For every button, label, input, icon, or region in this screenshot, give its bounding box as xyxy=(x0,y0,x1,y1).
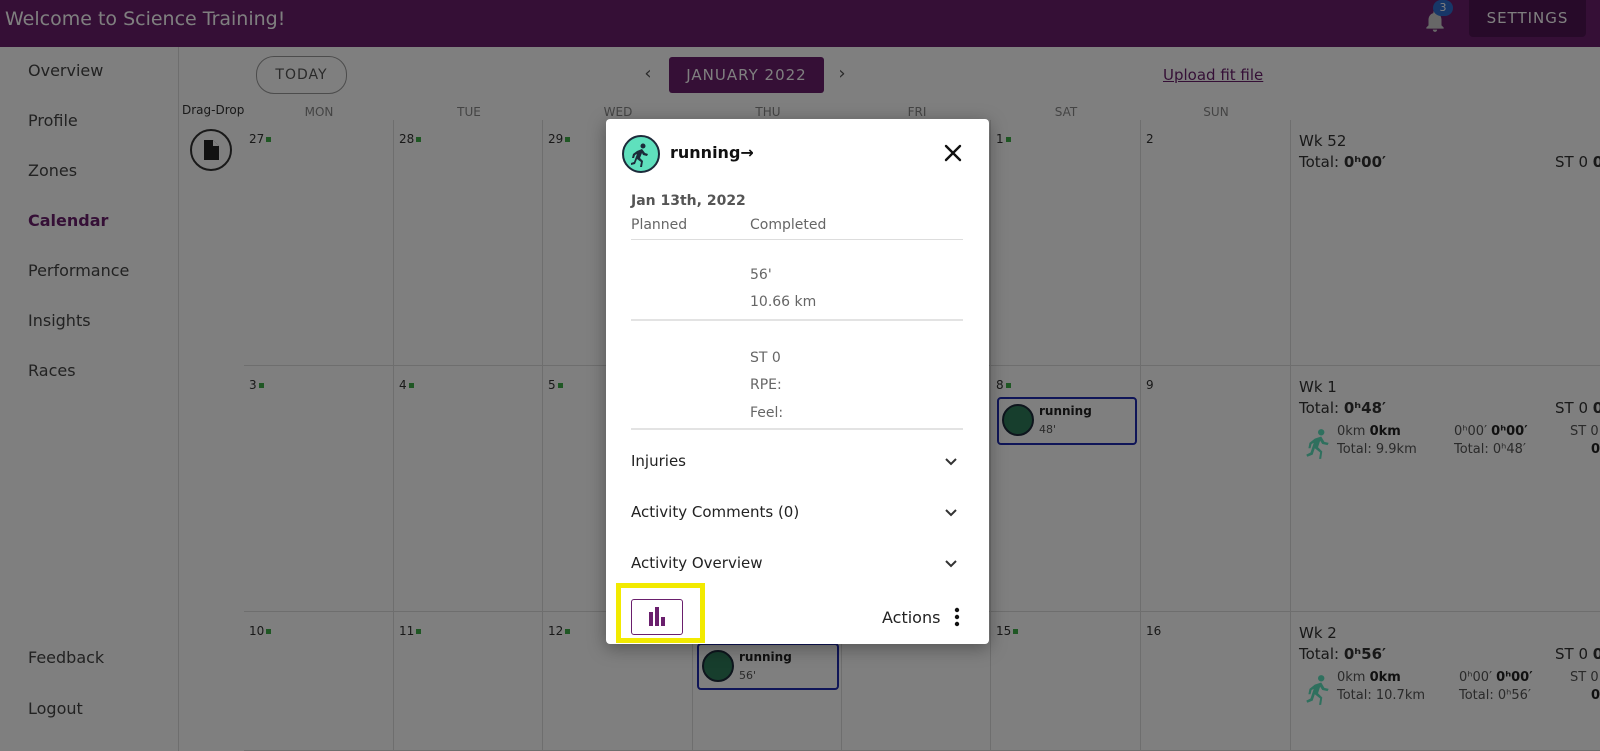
chevron-down-icon[interactable] xyxy=(943,454,959,470)
modal-title[interactable]: running→ xyxy=(670,143,754,162)
completed-duration: 56' xyxy=(750,267,772,283)
accordion-activity-comments[interactable]: Activity Comments (0) xyxy=(631,503,799,521)
completed-distance: 10.66 km xyxy=(750,294,817,310)
activity-modal: running→ Jan 13th, 2022 Planned Complete… xyxy=(606,119,989,644)
feel-label: Feel: xyxy=(750,405,784,421)
divider xyxy=(631,428,963,430)
more-vert-icon[interactable] xyxy=(954,607,960,627)
divider xyxy=(631,319,963,321)
accordion-injuries[interactable]: Injuries xyxy=(631,452,686,470)
chevron-down-icon[interactable] xyxy=(943,556,959,572)
chevron-down-icon[interactable] xyxy=(943,505,959,521)
completed-label: Completed xyxy=(750,217,827,233)
running-icon xyxy=(622,135,660,173)
close-icon[interactable] xyxy=(939,139,967,167)
planned-label: Planned xyxy=(631,217,688,233)
activity-date: Jan 13th, 2022 xyxy=(631,193,746,209)
highlight-box xyxy=(616,583,705,643)
stress-score: ST 0 xyxy=(750,350,781,366)
divider xyxy=(631,239,963,240)
actions-label[interactable]: Actions xyxy=(882,608,940,627)
accordion-activity-overview[interactable]: Activity Overview xyxy=(631,554,762,572)
rpe-label: RPE: xyxy=(750,377,782,393)
